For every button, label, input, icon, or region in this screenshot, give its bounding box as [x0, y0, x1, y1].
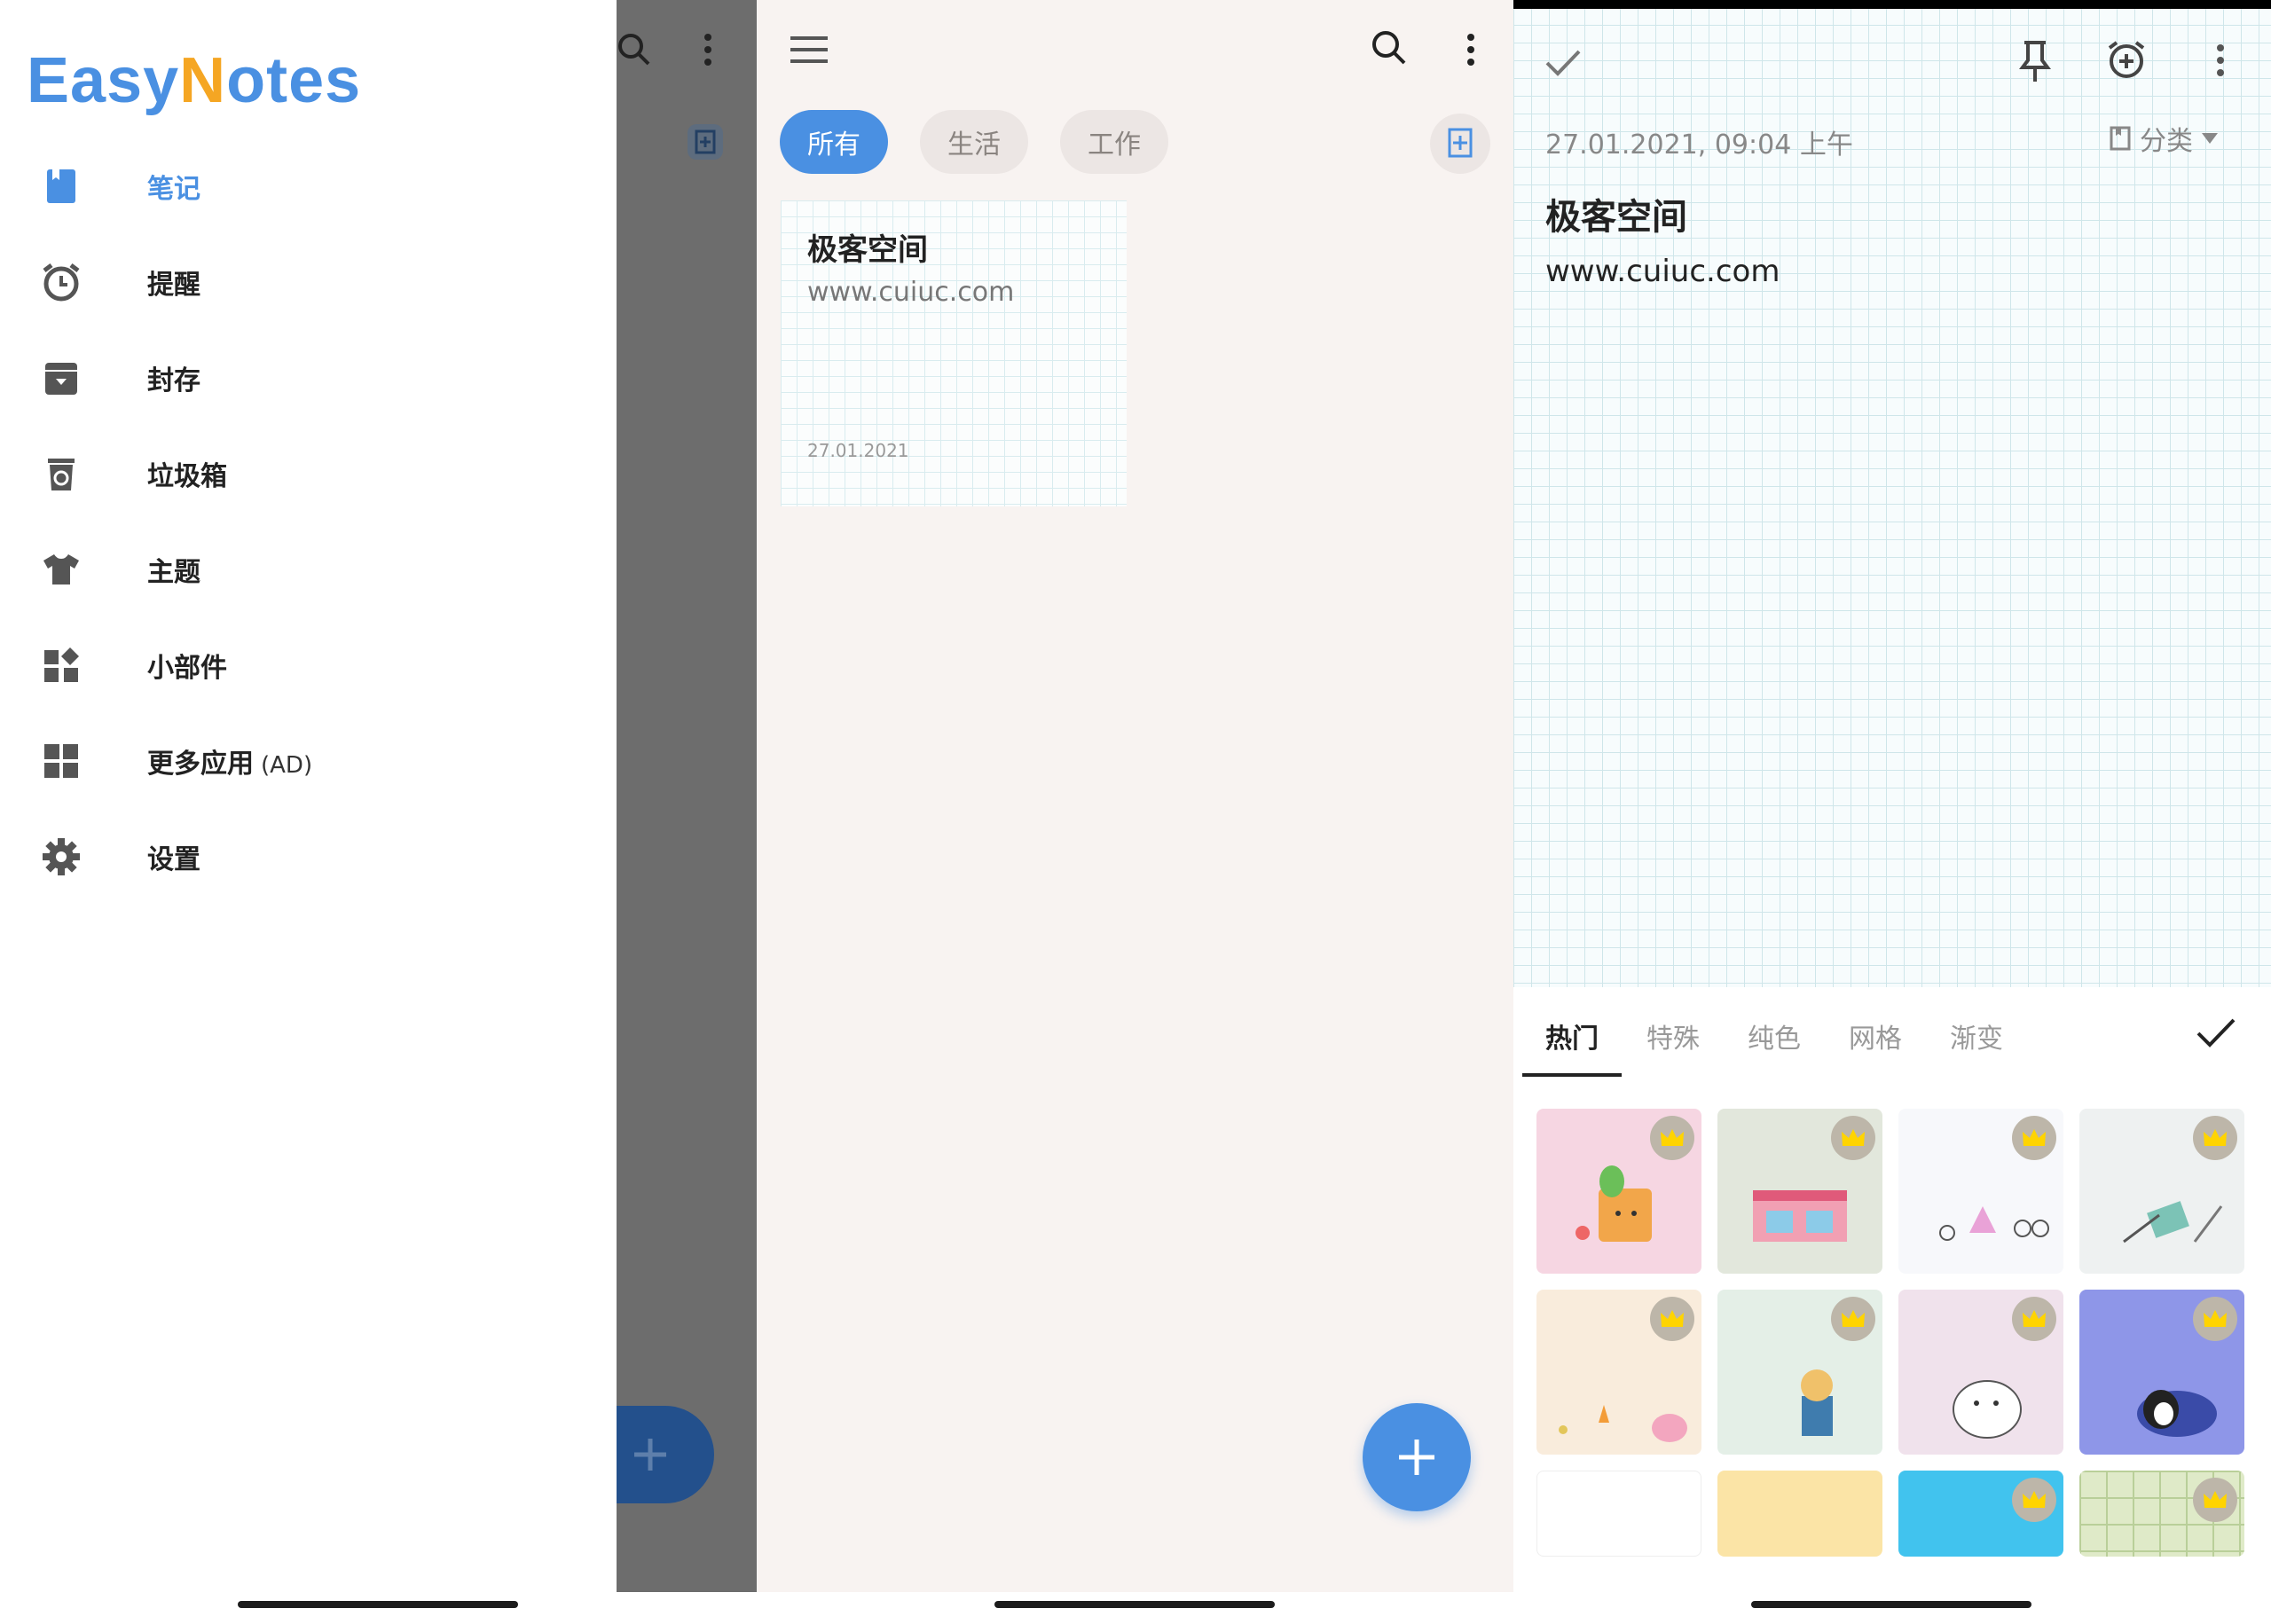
- crown-icon: [1650, 1116, 1694, 1160]
- menu-icon[interactable]: [790, 35, 828, 67]
- status-bar-strip: [1513, 0, 2271, 9]
- tab-gradient[interactable]: 渐变: [1950, 1016, 2003, 1055]
- drawer-item-settings[interactable]: 设置: [0, 812, 617, 901]
- drawer-item-themes[interactable]: 主题: [0, 525, 617, 614]
- widgets-icon: [41, 645, 82, 686]
- bg-option-science[interactable]: [1898, 1109, 2063, 1274]
- app-logo: EasyNotes: [27, 45, 362, 116]
- drawer-item-label: 垃圾箱: [147, 461, 227, 492]
- drawer-item-label: 笔记: [147, 174, 200, 205]
- tshirt-icon: [41, 549, 82, 590]
- drawer-item-widgets[interactable]: 小部件: [0, 621, 617, 710]
- crown-icon: [2012, 1297, 2056, 1341]
- home-indicator: [1751, 1601, 2031, 1608]
- crown-icon: [2012, 1478, 2056, 1522]
- drawer-item-notes[interactable]: 笔记: [0, 142, 617, 231]
- more-vert-icon[interactable]: [1465, 32, 1477, 71]
- ad-suffix: (AD): [261, 752, 313, 779]
- bg-option-shopping[interactable]: [1536, 1109, 1701, 1274]
- navigation-drawer: EasyNotes 笔记 提醒 封存 垃圾箱 主题 小部件 更多应用(AD): [0, 0, 617, 1592]
- home-indicator: [238, 1601, 518, 1608]
- tab-special[interactable]: 特殊: [1646, 1016, 1700, 1055]
- bg-option-yellow[interactable]: [1717, 1471, 1882, 1557]
- note-datetime: 27.01.2021, 09:04 上午: [1545, 129, 1853, 161]
- bg-option-cat[interactable]: [1717, 1290, 1882, 1455]
- crown-icon: [2012, 1116, 2056, 1160]
- trash-icon: [41, 453, 82, 494]
- bottom-bar: [0, 1592, 757, 1624]
- note-card[interactable]: 极客空间 www.cuiuc.com 27.01.2021: [781, 200, 1127, 506]
- gear-icon: [41, 836, 82, 877]
- more-vert-icon: [702, 32, 714, 67]
- pin-icon[interactable]: [2017, 39, 2053, 87]
- note-date: 27.01.2021: [807, 440, 909, 461]
- tab-grid[interactable]: 网格: [1849, 1016, 1902, 1055]
- bookmark-icon: [41, 166, 82, 207]
- plus-icon: [1399, 1440, 1434, 1475]
- bg-option-bunny[interactable]: [1536, 1290, 1701, 1455]
- note-title-field[interactable]: 极客空间: [1545, 188, 1687, 239]
- crown-icon: [1831, 1297, 1875, 1341]
- note-preview: www.cuiuc.com: [807, 277, 1015, 308]
- drawer-screen: EasyNotes 笔记 提醒 封存 垃圾箱 主题 小部件 更多应用(AD): [0, 0, 757, 1624]
- crown-icon: [2193, 1297, 2237, 1341]
- scrim-overlay[interactable]: [617, 0, 757, 1592]
- home-indicator: [994, 1601, 1275, 1608]
- filter-chip-life[interactable]: 生活: [920, 110, 1028, 174]
- tab-popular[interactable]: 热门: [1545, 1016, 1599, 1055]
- drawer-item-label: 设置: [147, 844, 200, 875]
- drawer-item-more-apps[interactable]: 更多应用 (AD): [0, 717, 617, 805]
- crown-icon: [2193, 1116, 2237, 1160]
- more-vert-icon[interactable]: [2214, 43, 2227, 82]
- bg-option-bear[interactable]: [1898, 1290, 2063, 1455]
- filter-chip-all[interactable]: 所有: [780, 110, 888, 174]
- note-body-field[interactable]: www.cuiuc.com: [1545, 254, 1780, 289]
- add-category-icon: [688, 124, 723, 160]
- tab-indicator: [1522, 1073, 1622, 1077]
- fab-dimmed: [617, 1406, 714, 1503]
- bg-option-stationery[interactable]: [2079, 1109, 2244, 1274]
- search-icon[interactable]: [1371, 30, 1407, 69]
- crown-icon: [1650, 1297, 1694, 1341]
- apps-grid-icon: [41, 741, 82, 781]
- drawer-item-reminders[interactable]: 提醒: [0, 238, 617, 326]
- bg-option-penguin[interactable]: [2079, 1290, 2244, 1455]
- bg-option-white[interactable]: [1536, 1471, 1701, 1557]
- crown-icon: [1831, 1116, 1875, 1160]
- bg-option-shop[interactable]: [1717, 1109, 1882, 1274]
- search-icon: [617, 32, 652, 67]
- drawer-item-archive[interactable]: 封存: [0, 333, 617, 422]
- bg-option-green-grid[interactable]: [2079, 1471, 2244, 1557]
- note-editor-screen: 27.01.2021, 09:04 上午 分类 极客空间 www.cuiuc.c…: [1513, 0, 2271, 1624]
- drawer-item-label: 封存: [147, 365, 200, 396]
- confirm-check-icon[interactable]: [2196, 1018, 2236, 1052]
- alarm-add-icon[interactable]: [2106, 39, 2147, 83]
- bg-option-sky[interactable]: [1898, 1471, 2063, 1557]
- add-category-icon[interactable]: [1430, 114, 1490, 177]
- drawer-item-label: 小部件: [147, 653, 227, 684]
- alarm-clock-icon: [41, 262, 82, 302]
- archive-icon: [41, 357, 82, 398]
- drawer-item-trash[interactable]: 垃圾箱: [0, 429, 617, 518]
- tab-solid[interactable]: 纯色: [1748, 1016, 1801, 1055]
- category-label: 分类: [2140, 126, 2193, 157]
- drawer-item-label: 主题: [147, 557, 200, 588]
- chevron-down-icon: [2202, 133, 2218, 144]
- check-icon[interactable]: [1545, 50, 1581, 80]
- drawer-item-label: 更多应用 (AD): [147, 749, 313, 780]
- category-dropdown[interactable]: 分类: [2110, 119, 2218, 158]
- filter-chip-work[interactable]: 工作: [1060, 110, 1168, 174]
- folder-icon: [2110, 126, 2131, 151]
- drawer-item-label: 提醒: [147, 270, 200, 301]
- bottom-bar: [757, 1592, 1513, 1624]
- crown-icon: [2193, 1478, 2237, 1522]
- note-title: 极客空间: [807, 232, 928, 268]
- add-note-button[interactable]: [1363, 1403, 1471, 1511]
